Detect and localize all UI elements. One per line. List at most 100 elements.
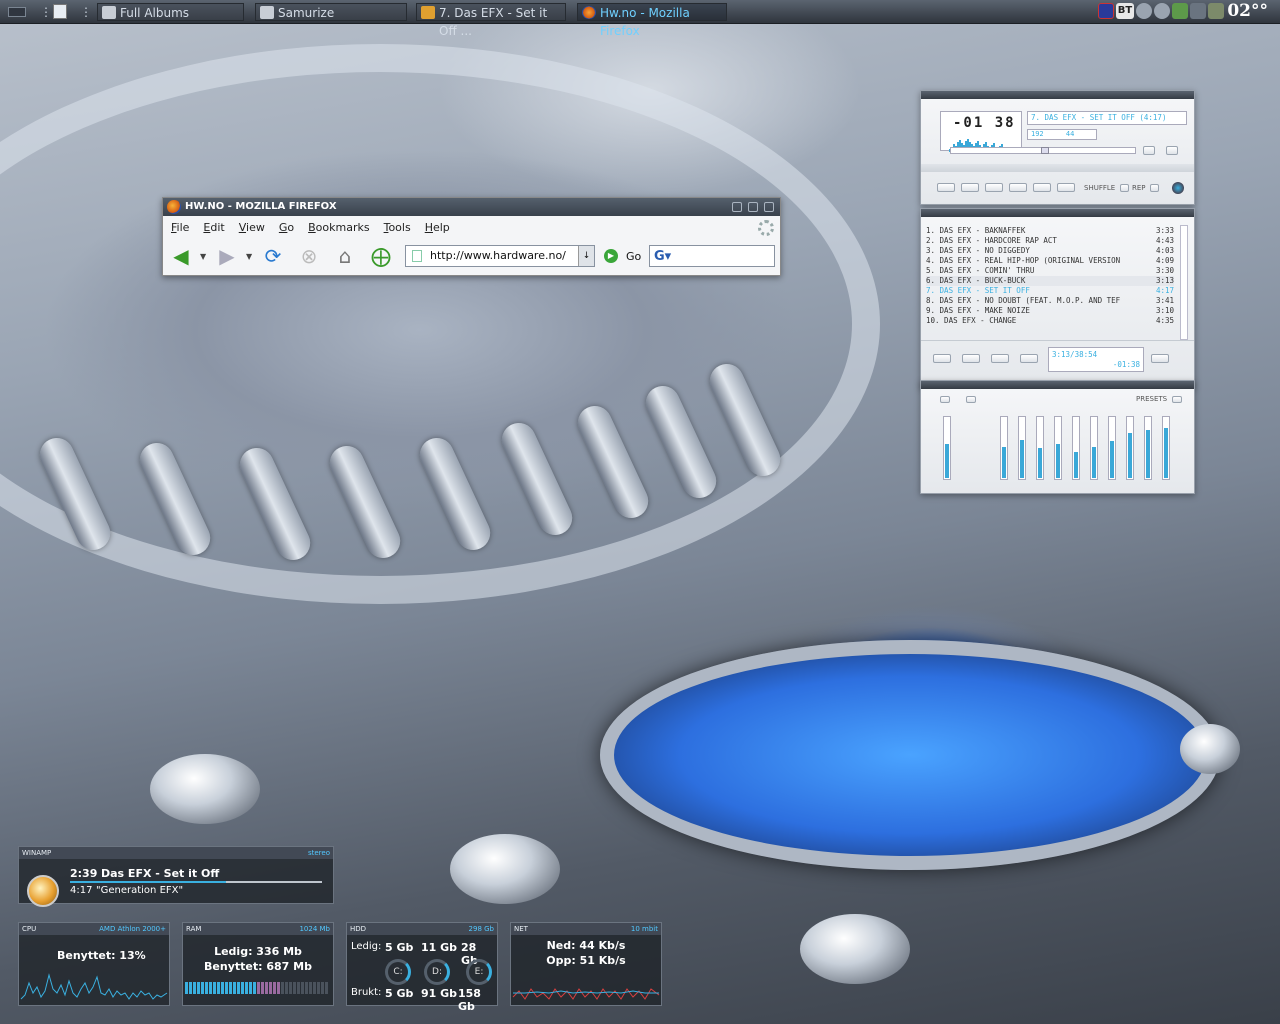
winamp-time-display[interactable]: -01 38	[940, 111, 1022, 152]
eq-band-slider[interactable]	[1108, 416, 1116, 480]
network-icon[interactable]	[1136, 3, 1152, 19]
flag-icon[interactable]	[1098, 3, 1114, 19]
ram-bar-segment	[261, 982, 264, 994]
playlist-item[interactable]: 10. DAS EFX - CHANGE 4:35	[926, 316, 1174, 326]
presets-box[interactable]	[1172, 396, 1182, 403]
back-arrow-icon[interactable]: ◀	[169, 244, 193, 268]
taskbar-button-firefox[interactable]: Hw.no - Mozilla Firefox	[577, 3, 727, 38]
eq-preamp-slider[interactable]	[943, 416, 951, 480]
eq-band-slider[interactable]	[1144, 416, 1152, 480]
presets-button[interactable]: PRESETS	[1136, 395, 1167, 403]
ram-bar-segment	[213, 982, 216, 994]
eq-level-fill	[1002, 447, 1006, 478]
menu-tools[interactable]: Tools	[384, 221, 411, 234]
winamp-titlebar[interactable]	[921, 91, 1194, 99]
playlist-item-current[interactable]: 7. DAS EFX - SET IT OFF 4:17	[926, 286, 1174, 296]
url-input[interactable]: http://www.hardware.no/ ↓	[405, 245, 595, 267]
stop-button[interactable]	[1009, 183, 1027, 192]
seek-thumb[interactable]	[1041, 147, 1049, 154]
update-icon[interactable]	[1172, 3, 1188, 19]
go-button[interactable]: Go	[626, 250, 641, 263]
stop-icon[interactable]: ⊗	[297, 244, 321, 268]
playlist-item[interactable]: 5. DAS EFX - COMIN' THRU 3:30	[926, 266, 1174, 276]
reload-icon[interactable]: ⟳	[261, 244, 285, 268]
shuffle-toggle[interactable]: SHUFFLE	[1084, 184, 1115, 192]
pl-toggle-button[interactable]	[1166, 146, 1178, 155]
forward-arrow-icon[interactable]: ▶	[215, 244, 239, 268]
taskbar-button-winamp[interactable]: 7. Das EFX - Set it Off ...	[416, 3, 566, 38]
eject-button[interactable]	[1057, 183, 1075, 192]
eq-band-slider[interactable]	[1090, 416, 1098, 480]
eq-level-fill	[1056, 443, 1060, 478]
playlist-scrollbar[interactable]	[1180, 225, 1188, 340]
url-dropdown-icon[interactable]: ↓	[578, 246, 594, 266]
playlist-item[interactable]: 6. DAS EFX - BUCK-BUCK 3:13	[926, 276, 1174, 286]
firefox-titlebar[interactable]: HW.NO - MOZILLA FIREFOX	[163, 198, 780, 216]
ram-bar-segment	[249, 982, 252, 994]
playlist-item[interactable]: 4. DAS EFX - REAL HIP-HOP (ORIGINAL VERS…	[926, 256, 1174, 266]
taskbar-button-full-albums[interactable]: Full Albums	[97, 3, 244, 21]
playlist-titlebar[interactable]	[921, 209, 1194, 217]
shuffle-checkbox[interactable]	[1120, 184, 1129, 192]
quicklaunch-icon[interactable]	[53, 4, 67, 19]
ram-bar-segment	[277, 982, 280, 994]
minimize-button[interactable]	[732, 202, 742, 212]
eq-band-slider[interactable]	[1036, 416, 1044, 480]
back-dropdown-icon[interactable]: ▼	[200, 252, 206, 261]
taskbar-button-samurize[interactable]: Samurize	[255, 3, 407, 21]
menu-view[interactable]: View	[239, 221, 265, 234]
eq-band-slider[interactable]	[1000, 416, 1008, 480]
playlist-item[interactable]: 1. DAS EFX - BAKNAFFEK 3:33	[926, 226, 1174, 236]
menu-edit[interactable]: Edit	[203, 221, 224, 234]
winamp-visualizer[interactable]	[949, 133, 1017, 152]
close-button[interactable]	[764, 202, 774, 212]
volume-icon[interactable]	[1154, 3, 1170, 19]
menu-go[interactable]: Go	[279, 221, 294, 234]
bittorrent-icon[interactable]: BT	[1116, 3, 1134, 19]
menu-file[interactable]: File	[171, 221, 189, 234]
playlist-title: 4. DAS EFX - REAL HIP-HOP (ORIGINAL VERS…	[926, 256, 1121, 265]
playlist-time-display: 3:13/38:54 -01:38	[1048, 347, 1144, 372]
playlist-add-button[interactable]	[933, 354, 951, 363]
eq-auto-button[interactable]	[966, 396, 976, 403]
audio-icon[interactable]	[1190, 3, 1206, 19]
go-arrow-icon[interactable]: ▶	[604, 249, 618, 263]
winamp-logo-icon[interactable]	[1172, 182, 1184, 194]
playlist-item[interactable]: 3. DAS EFX - NO DIGGEDY 4:03	[926, 246, 1174, 256]
home-icon[interactable]: ⌂	[333, 244, 357, 268]
equalizer-titlebar[interactable]	[921, 381, 1194, 389]
repeat-toggle[interactable]: REP	[1132, 184, 1146, 192]
playlist-item[interactable]: 2. DAS EFX - HARDCORE RAP ACT 4:43	[926, 236, 1174, 246]
playlist-item[interactable]: 8. DAS EFX - NO DOUBT (FEAT. M.O.P. AND …	[926, 296, 1174, 306]
pause-button[interactable]	[985, 183, 1003, 192]
menu-bookmarks[interactable]: Bookmarks	[308, 221, 369, 234]
prev-button[interactable]	[937, 183, 955, 192]
eq-band-slider[interactable]	[1072, 416, 1080, 480]
playlist-remove-button[interactable]	[962, 354, 980, 363]
widget-header: RAM 1024 Mb	[183, 923, 333, 935]
search-input[interactable]: G▾	[649, 245, 775, 267]
playlist-list-button[interactable]	[1151, 354, 1169, 363]
eq-on-button[interactable]	[940, 396, 950, 403]
user-icon[interactable]	[1208, 3, 1224, 19]
eq-toggle-button[interactable]	[1143, 146, 1155, 155]
menu-help[interactable]: Help	[425, 221, 450, 234]
eq-band-slider[interactable]	[1054, 416, 1062, 480]
eq-band-slider[interactable]	[1162, 416, 1170, 480]
play-button[interactable]	[961, 183, 979, 192]
winamp-seekbar[interactable]	[950, 147, 1136, 154]
new-bookmark-icon[interactable]: ⨁	[369, 244, 393, 268]
playlist-select-button[interactable]	[991, 354, 1009, 363]
forward-dropdown-icon[interactable]: ▼	[246, 252, 252, 261]
eq-band-slider[interactable]	[1126, 416, 1134, 480]
google-icon[interactable]: G▾	[654, 249, 671, 264]
eq-band-slider[interactable]	[1018, 416, 1026, 480]
widget-progress-track[interactable]	[70, 881, 322, 883]
next-button[interactable]	[1033, 183, 1051, 192]
maximize-button[interactable]	[748, 202, 758, 212]
playlist-misc-button[interactable]	[1020, 354, 1038, 363]
desktop-toggle-icon[interactable]	[8, 7, 26, 17]
repeat-checkbox[interactable]	[1150, 184, 1159, 192]
clock[interactable]: 02°°	[1227, 1, 1268, 21]
playlist-item[interactable]: 9. DAS EFX - MAKE NOIZE 3:10	[926, 306, 1174, 316]
